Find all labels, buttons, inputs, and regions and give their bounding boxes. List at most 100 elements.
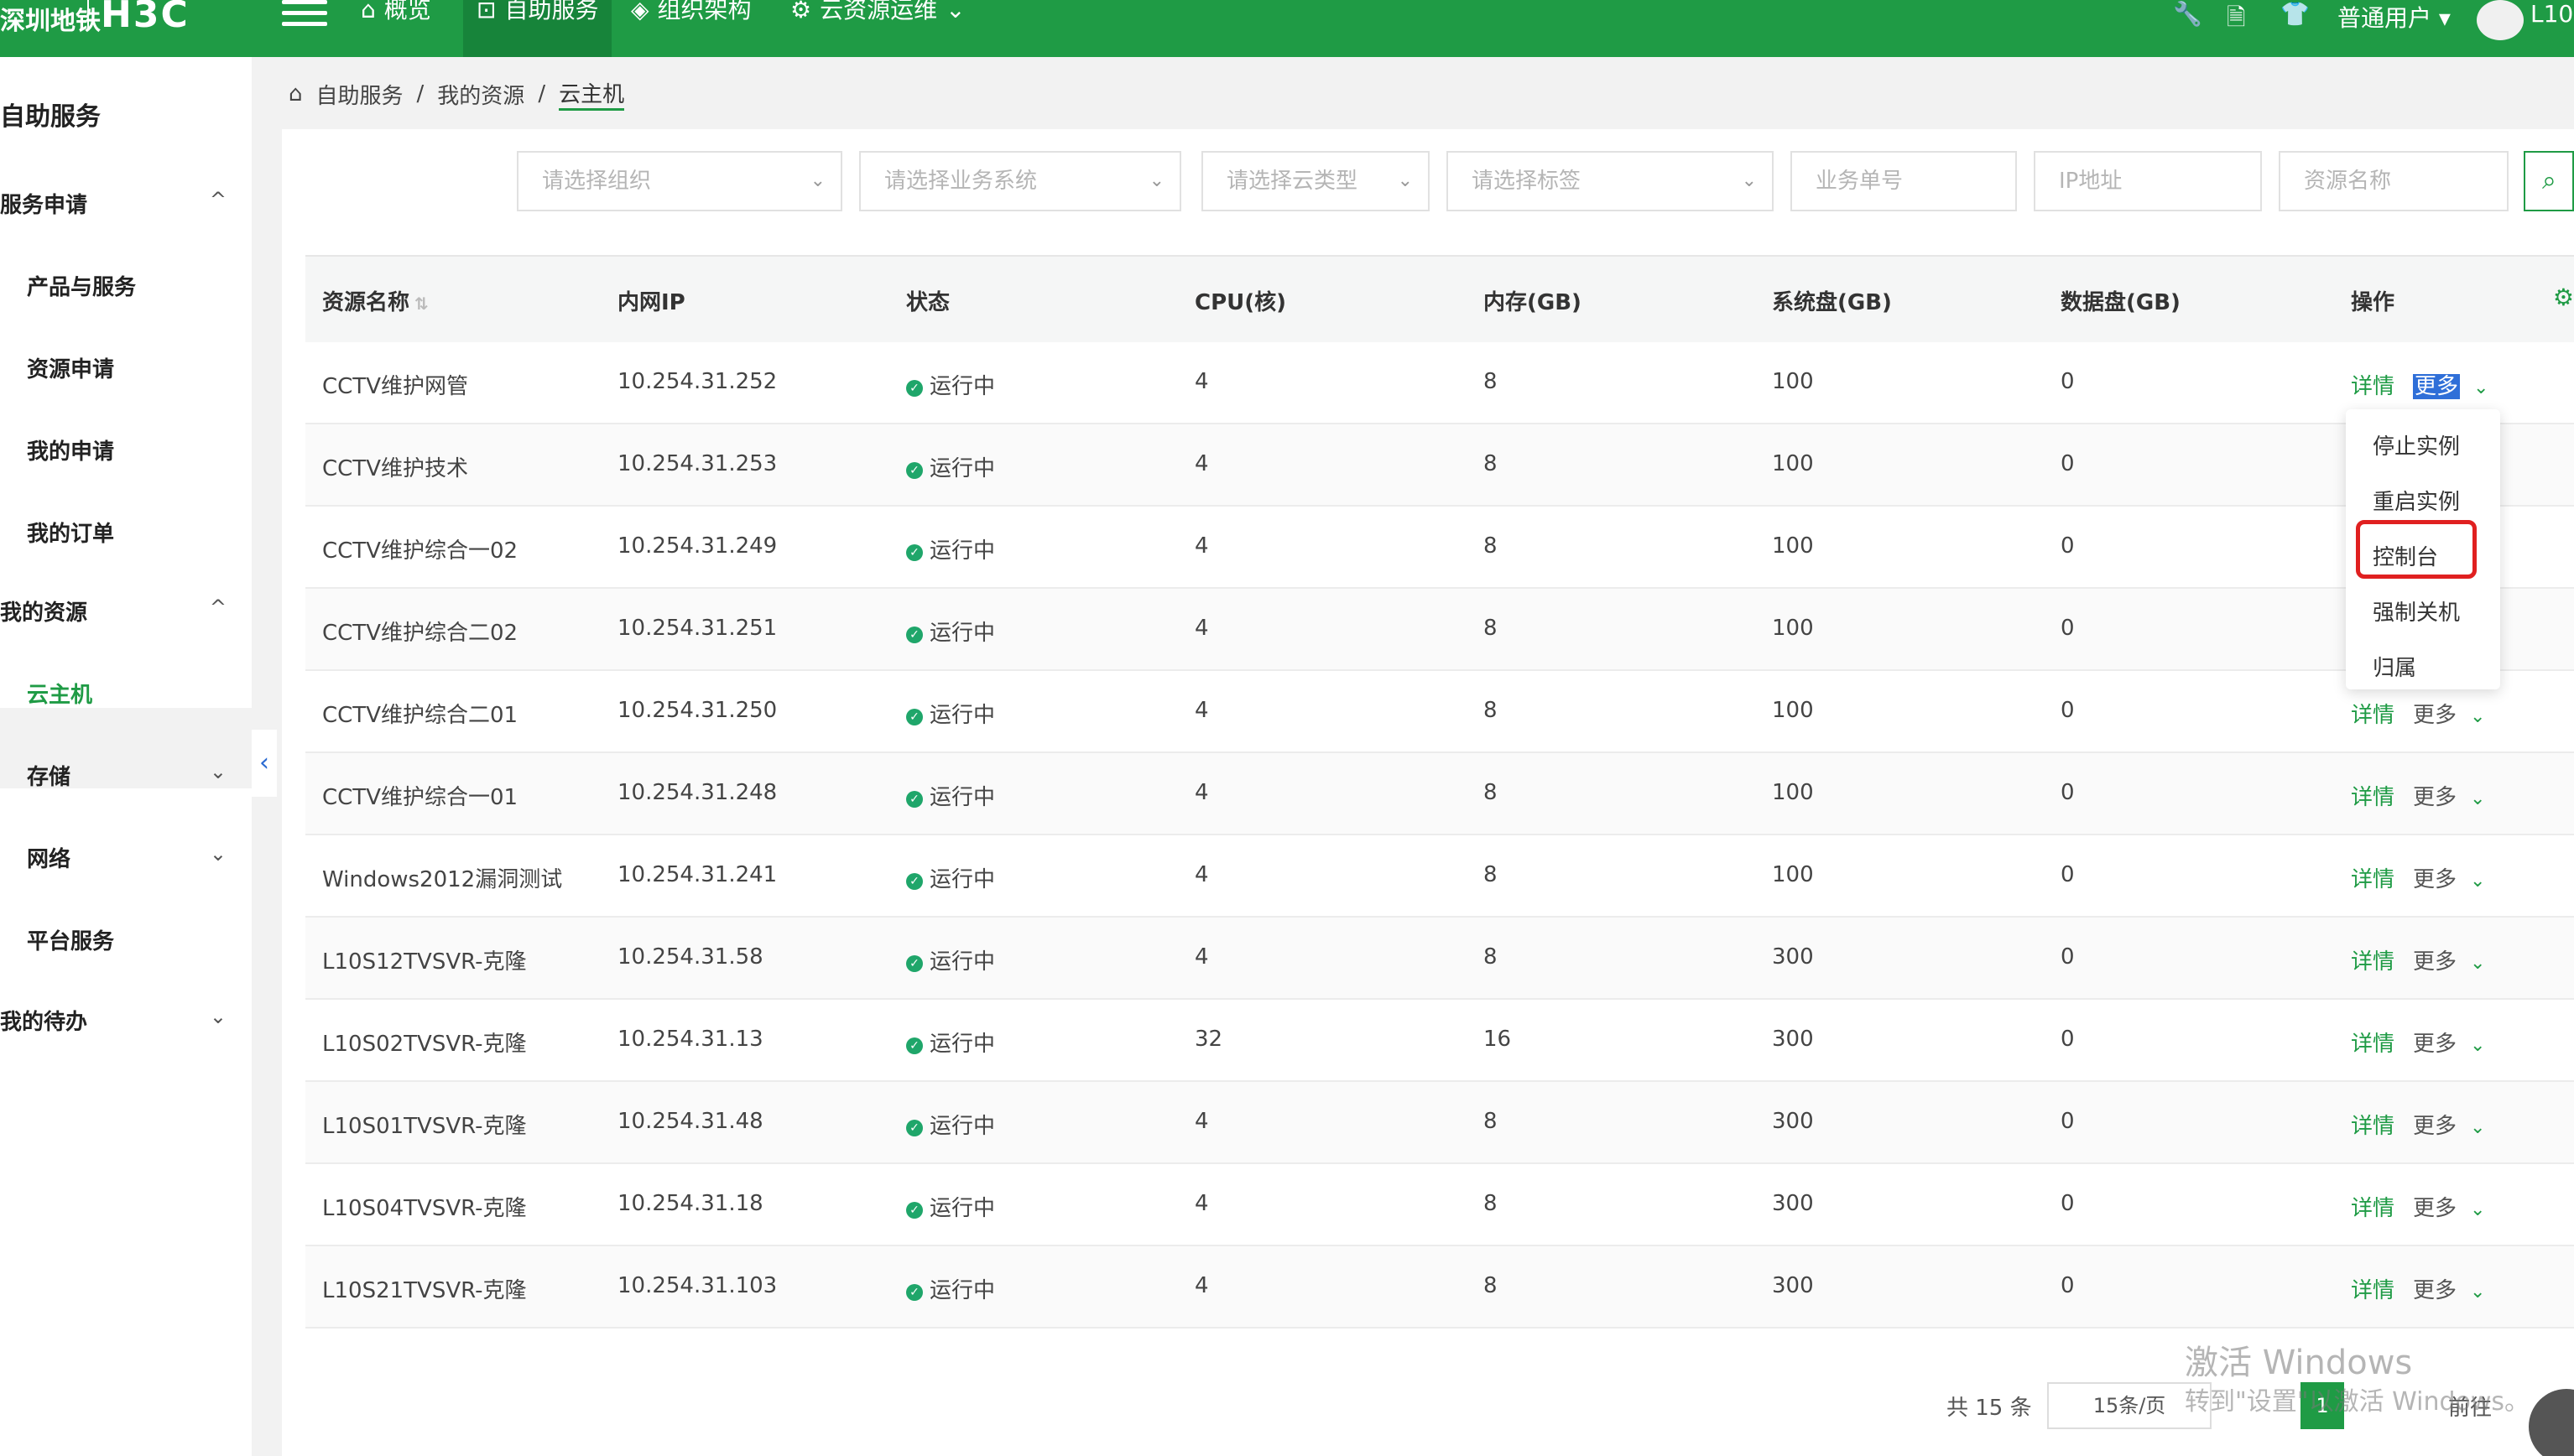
cell-mem: 8 — [1483, 698, 1498, 723]
more-dropdown[interactable]: 更多 — [2413, 785, 2457, 810]
cell-cpu: 4 — [1195, 698, 1209, 723]
chevron-down-icon[interactable]: ⌄ — [2470, 1282, 2485, 1303]
sidebar-title: 自助服务 — [0, 102, 101, 132]
detail-link[interactable]: 详情 — [2351, 374, 2394, 399]
cell-status: ✓运行中 — [906, 862, 995, 893]
sidebar-group-my-resources[interactable]: 我的资源 ^ — [0, 595, 227, 627]
more-dropdown[interactable]: 更多 — [2413, 867, 2457, 892]
status-ok-icon: ✓ — [906, 791, 923, 808]
cell-name: L10S16TVSVR-克隆 — [322, 1355, 527, 1357]
row-actions: 详情更多 ⌄ — [2351, 1027, 2485, 1058]
chevron-down-icon[interactable]: ⌄ — [2473, 377, 2488, 398]
document-icon[interactable]: 🗎 — [2227, 0, 2246, 40]
row-actions: 详情更多 ⌄ — [2351, 1109, 2485, 1140]
chevron-down-icon[interactable]: ⌄ — [2470, 706, 2485, 727]
chevron-down-icon[interactable]: ⌄ — [2470, 1035, 2485, 1056]
shirt-icon[interactable]: 👕 — [2280, 0, 2310, 28]
more-dropdown[interactable]: 更多 — [2413, 949, 2457, 975]
more-dropdown[interactable]: 更多 — [2413, 1032, 2457, 1057]
cell-status: ✓运行中 — [906, 533, 995, 564]
chevron-down-icon[interactable]: ⌄ — [2470, 1117, 2485, 1138]
chevron-down-icon[interactable]: ⌄ — [2470, 871, 2485, 892]
chevron-down-icon[interactable]: ⌄ — [2470, 788, 2485, 809]
order-no-input[interactable]: 业务单号 — [1790, 151, 2017, 211]
avatar[interactable] — [2477, 0, 2524, 40]
tag-select[interactable]: 请选择标签 ⌄ — [1446, 151, 1774, 211]
status-ok-icon: ✓ — [906, 1037, 923, 1054]
sidebar-collapse-icon[interactable]: ‹ — [252, 730, 277, 797]
sidebar-item-products[interactable]: 产品与服务 — [27, 270, 227, 301]
breadcrumb-item[interactable]: 我的资源 — [437, 79, 524, 110]
chevron-down-icon: ⌄ — [810, 170, 826, 191]
chevron-down-icon[interactable]: ⌄ — [2470, 1199, 2485, 1220]
cell-mem: 8 — [1483, 1273, 1498, 1298]
sidebar-item-storage[interactable]: 存储 ⌄ — [27, 760, 227, 791]
sort-icon[interactable]: ⇅ — [414, 294, 429, 314]
cloud-host-table: 资源名称 ⇅ 内网IP 状态 CPU(核) 内存(GB) 系统盘(GB) 数据盘(… — [305, 255, 2574, 1357]
cell-mem: 16 — [1483, 1027, 1512, 1052]
home-icon[interactable]: ⌂ — [289, 81, 303, 107]
menu-item-force-shutdown[interactable]: 强制关机 — [2373, 595, 2460, 627]
menu-item-restart[interactable]: 重启实例 — [2373, 485, 2460, 516]
detail-link[interactable]: 详情 — [2351, 1196, 2394, 1221]
chevron-down-icon: ⌄ — [1741, 170, 1757, 191]
more-dropdown[interactable]: 更多 — [2413, 1278, 2457, 1303]
cell-ip: 10.254.31.251 — [617, 616, 778, 641]
cell-mem: 8 — [1483, 944, 1498, 970]
resource-name-input[interactable]: 资源名称 — [2279, 151, 2509, 211]
col-name-header[interactable]: 资源名称 ⇅ — [322, 285, 429, 316]
more-dropdown[interactable]: 更多 — [2413, 1114, 2457, 1139]
cell-cpu: 4 — [1195, 1109, 1209, 1134]
cell-data: 0 — [2061, 862, 2075, 887]
search-button[interactable]: ⌕ — [2524, 151, 2574, 211]
cell-ip: 10.254.31.13 — [617, 1027, 763, 1052]
wrench-icon[interactable]: 🔧 — [2173, 0, 2202, 28]
row-actions: 详情更多 ⌄ — [2351, 780, 2485, 811]
cell-mem: 8 — [1483, 780, 1498, 805]
table-header: 资源名称 ⇅ 内网IP 状态 CPU(核) 内存(GB) 系统盘(GB) 数据盘(… — [305, 255, 2574, 342]
breadcrumb-item[interactable]: 自助服务 — [316, 79, 404, 110]
gear-icon[interactable]: ⚙ — [2553, 283, 2574, 311]
more-dropdown[interactable]: 更多 — [2413, 1196, 2457, 1221]
cell-mem: 8 — [1483, 862, 1498, 887]
sidebar-item-resource-apply[interactable]: 资源申请 — [27, 352, 227, 383]
sidebar-group-service-apply[interactable]: 服务申请 ^ — [0, 188, 227, 219]
cell-sys: 300 — [1772, 1355, 1814, 1357]
nav-selfservice[interactable]: ⊡ 自助服务 — [463, 0, 612, 57]
menu-toggle-icon[interactable] — [282, 0, 327, 30]
sidebar-group-todo[interactable]: 我的待办 ⌄ — [0, 1005, 227, 1036]
table-row: CCTV维护综合一0210.254.31.249✓运行中481000详情更多⌄ — [305, 507, 2574, 589]
chevron-down-icon[interactable]: ⌄ — [2470, 953, 2485, 974]
cell-status: ✓运行中 — [906, 1191, 995, 1222]
menu-item-stop[interactable]: 停止实例 — [2373, 429, 2460, 460]
user-role-dropdown[interactable]: 普通用户 ▾ — [2337, 0, 2451, 34]
cell-name: CCTV维护网管 — [322, 374, 468, 399]
cell-mem: 8 — [1483, 1109, 1498, 1134]
more-dropdown[interactable]: 更多 — [2413, 374, 2461, 399]
sidebar-item-my-apply[interactable]: 我的申请 — [27, 434, 227, 465]
nav-overview[interactable]: ⌂ 概览 — [361, 0, 431, 57]
sidebar-item-network[interactable]: 网络 ⌄ — [27, 842, 227, 873]
ip-input[interactable]: IP地址 — [2034, 151, 2262, 211]
more-dropdown[interactable]: 更多 — [2413, 703, 2457, 728]
sidebar-item-platform[interactable]: 平台服务 — [27, 924, 227, 955]
windows-watermark-sub: 转到"设置"以激活 Windows。 — [2185, 1387, 2530, 1417]
status-ok-icon: ✓ — [906, 955, 923, 972]
detail-link[interactable]: 详情 — [2351, 703, 2394, 728]
detail-link[interactable]: 详情 — [2351, 785, 2394, 810]
detail-link[interactable]: 详情 — [2351, 867, 2394, 892]
biz-system-select[interactable]: 请选择业务系统 ⌄ — [859, 151, 1181, 211]
detail-link[interactable]: 详情 — [2351, 949, 2394, 975]
detail-link[interactable]: 详情 — [2351, 1278, 2394, 1303]
nav-cloud-ops[interactable]: ⚙ 云资源运维 ⌄ — [790, 0, 966, 57]
detail-link[interactable]: 详情 — [2351, 1114, 2394, 1139]
cloud-type-select[interactable]: 请选择云类型 ⌄ — [1201, 151, 1430, 211]
sidebar-item-my-order[interactable]: 我的订单 — [27, 517, 227, 548]
table-row: Windows2012漏洞测试 10.254.31.241 ✓ 运行中 4 8 100 0 详情… — [305, 835, 2574, 918]
org-select[interactable]: 请选择组织 ⌄ — [517, 151, 842, 211]
detail-link[interactable]: 详情 — [2351, 1032, 2394, 1057]
menu-item-ownership[interactable]: 归属 — [2373, 651, 2416, 682]
nav-org[interactable]: ◈ 组织架构 — [631, 0, 752, 57]
row-actions: 详情更多 ⌄ — [2351, 698, 2485, 729]
sidebar-item-cloud-host[interactable]: 云主机 — [27, 678, 227, 709]
